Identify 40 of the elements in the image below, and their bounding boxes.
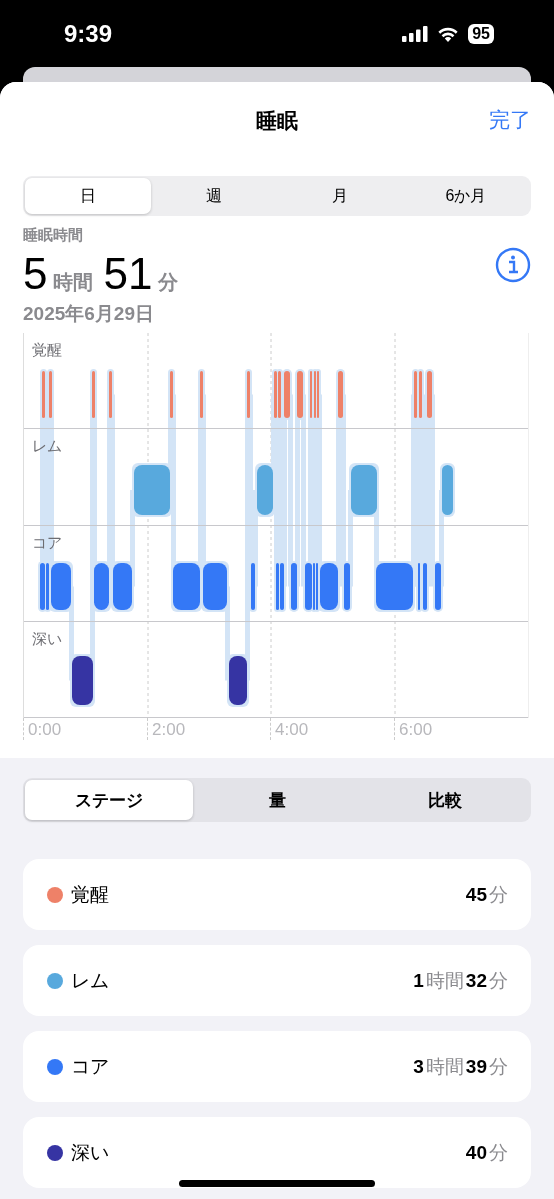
total-unit: 時間 — [53, 270, 94, 295]
view-tab[interactable]: ステージ — [25, 780, 193, 820]
summary-label: 睡眠時間 — [23, 226, 84, 245]
total-number: 51 — [103, 249, 153, 299]
stage-axis-label: 深い — [32, 629, 62, 647]
date-label: 2025年6月29日 — [23, 302, 155, 326]
time-axis-label: 6:00 — [394, 718, 531, 740]
stage-card[interactable]: 覚醒 45分 — [23, 859, 531, 930]
stage-axis-label: コア — [32, 533, 62, 551]
time-axis-label: 0:00 — [23, 718, 147, 740]
screen-title: 睡眠 — [256, 108, 298, 134]
period-tab[interactable]: 日 — [25, 178, 151, 214]
view-tab[interactable]: 量 — [193, 780, 361, 820]
stage-name: レム — [71, 968, 110, 993]
stage-axis-label: レム — [32, 437, 62, 455]
done-button[interactable]: 完了 — [489, 106, 531, 134]
period-tab[interactable]: 6か月 — [403, 178, 529, 214]
battery-indicator: 95 — [468, 23, 494, 44]
stage-duration: 40分 — [465, 1140, 508, 1165]
period-tab[interactable]: 月 — [277, 178, 403, 214]
stage-duration: 45分 — [465, 882, 508, 907]
signal-icon — [402, 25, 429, 42]
stage-name: コア — [71, 1054, 110, 1079]
stage-name: 深い — [71, 1140, 110, 1165]
time-axis-label: 2:00 — [147, 718, 270, 740]
stage-card[interactable]: 深い 40分 — [23, 1117, 531, 1188]
time-axis-label: 4:00 — [270, 718, 394, 740]
stage-name: 覚醒 — [71, 882, 110, 907]
stage-axis-label: 覚醒 — [32, 341, 62, 358]
stage-card[interactable]: レム 1時間32分 — [23, 945, 531, 1016]
stage-duration: 3 時間39分 — [413, 1054, 508, 1079]
stage-card[interactable]: コア 3 時間39分 — [23, 1031, 531, 1102]
total-number: 5 — [23, 249, 48, 299]
info-icon[interactable] — [495, 246, 531, 283]
total-unit: 分 — [158, 270, 179, 295]
wifi-icon — [437, 25, 460, 42]
view-tab[interactable]: 比較 — [361, 780, 529, 820]
stage-duration: 1時間32分 — [413, 968, 508, 993]
status-time: 9:39 — [64, 19, 113, 48]
period-tab[interactable]: 週 — [151, 178, 277, 214]
